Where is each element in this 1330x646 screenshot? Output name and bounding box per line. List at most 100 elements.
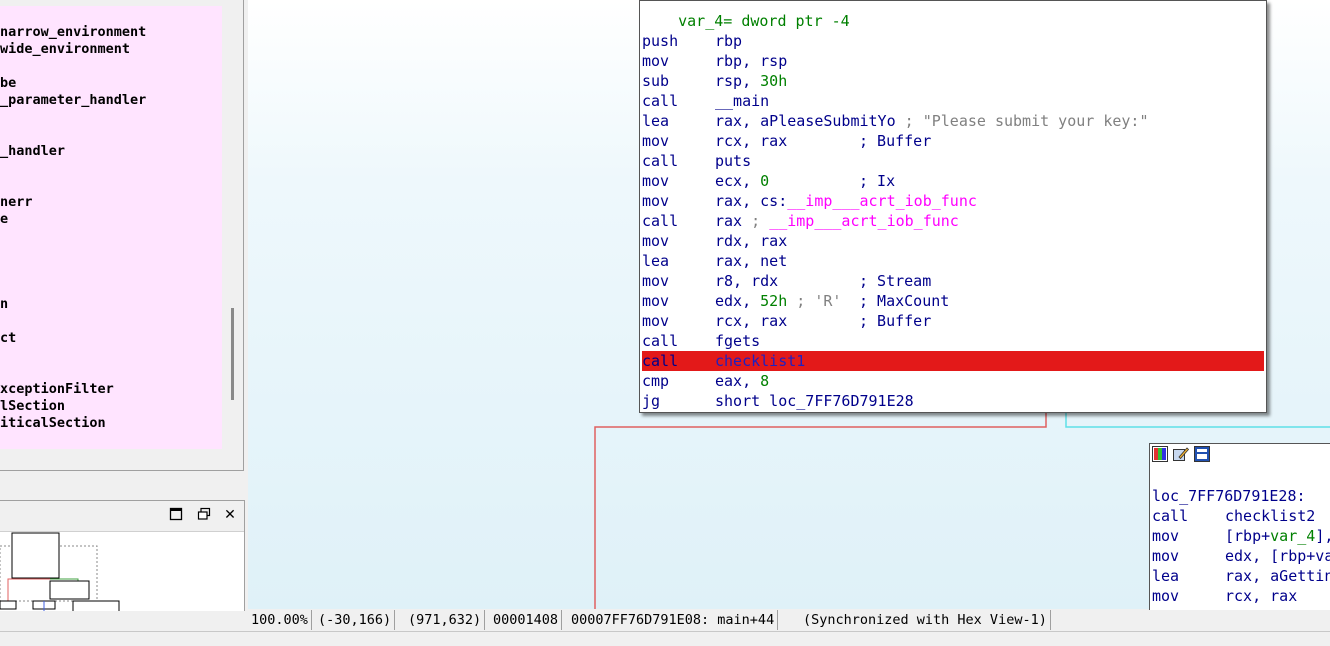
operands: ecx, 0	[715, 171, 769, 191]
operand-part: var_4	[1270, 527, 1316, 545]
mnemonic: push	[642, 32, 679, 50]
operands: checklist2	[1225, 506, 1315, 526]
rename-icon[interactable]	[1173, 446, 1190, 462]
operands: rsp, 30h	[715, 71, 787, 91]
operand-part: ;	[742, 212, 770, 230]
operands: edx, [rbp+va	[1225, 546, 1330, 566]
operand-part: checklist2	[1225, 507, 1316, 525]
comment: ; Buffer	[859, 312, 932, 330]
mnemonic: mov	[1152, 547, 1180, 565]
instruction-line[interactable]: call __main	[642, 91, 1264, 111]
operand-part: __imp___acrt_iob_func	[787, 192, 977, 210]
mnemonic: call	[642, 332, 679, 350]
operands: edx, 52h ; 'R'	[715, 291, 841, 311]
operands: short loc_7FF76D791E28	[715, 391, 914, 411]
operand-part: eax,	[715, 372, 761, 390]
instruction-line[interactable]: mov rdx, rax	[642, 231, 1264, 251]
operand-part: 52h	[760, 292, 788, 310]
operands: rbp	[715, 31, 742, 51]
instruction-line[interactable]: mov ecx, 0 ; Ix	[642, 171, 1264, 191]
operand-part: rax, cs:	[715, 192, 788, 210]
operand-part: short loc_7FF76D791E28	[715, 392, 914, 410]
status-zoom: 100.00%	[248, 610, 312, 630]
operand-part: rcx, rax	[715, 132, 788, 150]
instruction-line[interactable]: call fgets	[642, 331, 1264, 351]
operands: __main	[715, 91, 769, 111]
instruction-line[interactable]: mov [rbp+var_4],	[1152, 526, 1330, 546]
instruction-line[interactable]: mov r8, rdx ; Stream	[642, 271, 1264, 291]
comment: ; MaxCount	[859, 292, 950, 310]
instruction-line[interactable]: mov rbp, rsp	[642, 51, 1264, 71]
operands: rax, cs:__imp___acrt_iob_func	[715, 191, 977, 211]
instruction-line[interactable]: lea rax, aGettin	[1152, 566, 1330, 586]
status-bar: 100.00% (-30,166) (971,632) 00001408 000…	[248, 610, 1330, 630]
operand-part: fgets	[715, 332, 761, 350]
operands: rcx, rax	[715, 311, 787, 331]
operand-part: checklist1	[715, 352, 806, 370]
instruction-line[interactable]: call rax ; __imp___acrt_iob_func	[642, 211, 1264, 231]
operands: [rbp+var_4],	[1225, 526, 1330, 546]
mnemonic: call	[642, 352, 679, 370]
status-sync: (Synchronized with Hex View-1)	[800, 610, 1051, 630]
operand-part: [rbp+	[1225, 527, 1271, 545]
color-icon[interactable]	[1152, 446, 1168, 462]
mnemonic: lea	[642, 112, 670, 130]
instruction-line[interactable]: lea rax, net	[642, 251, 1264, 271]
instruction-line[interactable]: mov edx, [rbp+va	[1152, 546, 1330, 566]
block-label: loc_7FF76D791E28:	[1152, 487, 1306, 505]
operand-part: ; "Please submit your key:"	[904, 112, 1149, 130]
instruction-line[interactable]: lea rax, aPleaseSubmitYo ; "Please submit…	[642, 111, 1264, 131]
instruction-line[interactable]: mov rcx, rax ; Buffer	[642, 131, 1264, 151]
instruction-line[interactable]: mov rcx, rax	[1152, 586, 1330, 606]
mnemonic: mov	[642, 312, 670, 330]
instruction-line-selected[interactable]: call checklist1	[642, 351, 1264, 371]
operands: checklist1	[715, 351, 805, 371]
operands: rdx, rax	[715, 231, 787, 251]
instruction-line[interactable]: mov rcx, rax ; Buffer	[642, 311, 1264, 331]
code-block-main[interactable]: var_4= dword ptr -4 push rbp mov rbp, rsp su…	[639, 0, 1267, 413]
operand-part: ecx,	[715, 172, 761, 190]
operand-part: puts	[715, 152, 752, 170]
instruction-line[interactable]: push rbp	[642, 31, 1264, 51]
operand-part: rdx, rax	[715, 232, 788, 250]
operand-part: ; 'R'	[787, 292, 842, 310]
comment: ; Ix	[859, 172, 896, 190]
operands: rbp, rsp	[715, 51, 787, 71]
operand-part: edx, [rbp+va	[1225, 547, 1330, 565]
operands: rcx, rax	[715, 131, 787, 151]
mnemonic: sub	[642, 72, 670, 90]
operands: rax, net	[715, 251, 787, 271]
instruction-line[interactable]: call puts	[642, 151, 1264, 171]
operand-part: rcx, rax	[1225, 587, 1298, 605]
operand-part: ],	[1315, 527, 1330, 545]
operand-part: rcx, rax	[715, 312, 788, 330]
operands: puts	[715, 151, 751, 171]
operand-part: rsp,	[715, 72, 761, 90]
mnemonic: mov	[1152, 587, 1180, 605]
operands: rax, aPleaseSubmitYo ; "Please submit yo…	[715, 111, 1149, 131]
mnemonic: mov	[642, 172, 670, 190]
operand-part: __imp___acrt_iob_func	[769, 212, 959, 230]
mnemonic: mov	[642, 132, 670, 150]
mnemonic: mov	[642, 52, 670, 70]
mnemonic: call	[642, 152, 679, 170]
instruction-line[interactable]: jg short loc_7FF76D791E28	[642, 391, 1264, 411]
operands: eax, 8	[715, 371, 769, 391]
status-position: (971,632)	[405, 610, 486, 630]
instruction-line[interactable]: sub rsp, 30h	[642, 71, 1264, 91]
instruction-line[interactable]: mov rax, cs:__imp___acrt_iob_func	[642, 191, 1264, 211]
group-icon[interactable]	[1194, 446, 1210, 462]
operand-part: 30h	[760, 72, 788, 90]
mnemonic: mov	[642, 272, 670, 290]
mnemonic: lea	[642, 252, 670, 270]
comment: ; Stream	[859, 272, 932, 290]
operand-part: 8	[760, 372, 770, 390]
operand-part: rbp	[715, 32, 743, 50]
instruction-line[interactable]: mov edx, 52h ; 'R' ; MaxCount	[642, 291, 1264, 311]
instruction-line[interactable]: call checklist2	[1152, 506, 1330, 526]
operands: rcx, rax	[1225, 586, 1297, 606]
code-block-loc[interactable]: loc_7FF76D791E28: call checklist2 mov [rbp+…	[1149, 443, 1330, 611]
operand-part: edx,	[715, 292, 761, 310]
mnemonic: mov	[642, 192, 670, 210]
instruction-line[interactable]: cmp eax, 8	[642, 371, 1264, 391]
